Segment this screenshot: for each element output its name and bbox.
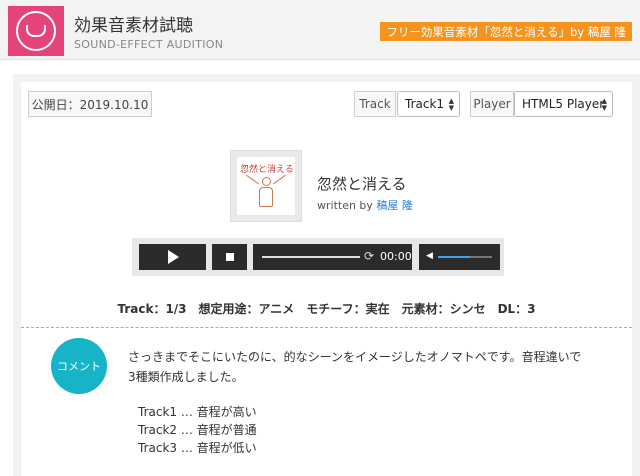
select-arrows-icon: ▲ ▼ — [448, 97, 454, 112]
publish-date: 公開日：2019.10.10 — [28, 91, 152, 117]
track-cover: 忽然と消える — [230, 150, 302, 222]
header-banner[interactable]: フリー効果音素材「忽然と消える」by 稿屋 隆 — [380, 22, 632, 41]
track-title: 忽然と消える — [317, 175, 407, 193]
comment-line: さっきまでそこにいたのに、的なシーンをイメージしたオノマトペです。音程違いで — [128, 350, 582, 364]
play-icon — [168, 250, 179, 264]
cup-icon — [16, 11, 56, 51]
site-title[interactable]: 効果音素材試聴 — [74, 11, 193, 36]
select-arrows-icon: ▲ ▼ — [601, 97, 607, 112]
stop-icon — [225, 253, 234, 261]
divider — [21, 327, 632, 328]
site-header: 効果音素材試聴 SOUND-EFFECT AUDITION フリー効果音素材「忽… — [0, 0, 640, 60]
stop-button[interactable] — [212, 244, 247, 270]
main-panel: 公開日：2019.10.10 Track Track1 ▲ ▼ Player HT… — [13, 74, 640, 476]
seek-track[interactable] — [262, 256, 360, 258]
written-by-prefix: written by — [317, 199, 377, 212]
volume-icon[interactable]: ◀ — [426, 251, 433, 261]
time-display: 00:00 — [380, 250, 412, 263]
play-button[interactable] — [139, 244, 206, 270]
track-note: Track2 … 音程が普通 — [138, 423, 257, 437]
comment-line: 3種類作成しました。 — [128, 370, 244, 384]
volume-control[interactable]: ◀ — [419, 244, 500, 270]
track-select-label: Track — [354, 91, 396, 117]
track-note: Track1 … 音程が高い — [138, 405, 257, 419]
track-select-value: Track1 — [405, 97, 445, 111]
track-select[interactable]: Track1 ▲ ▼ — [397, 91, 460, 117]
loop-icon[interactable]: ⟳ — [364, 249, 374, 263]
track-notes: Track1 … 音程が高い Track2 … 音程が普通 Track3 … 音… — [138, 403, 257, 457]
player-select-value: HTML5 Player — [522, 97, 605, 111]
seek-bar[interactable]: ⟳ 00:00 — [253, 244, 412, 270]
cover-art: 忽然と消える — [237, 157, 295, 215]
player-select[interactable]: HTML5 Player ▲ ▼ — [514, 91, 613, 117]
volume-slider[interactable] — [438, 256, 492, 258]
content-area: 公開日：2019.10.10 Track Track1 ▲ ▼ Player HT… — [21, 82, 632, 476]
comment-text: さっきまでそこにいたのに、的なシーンをイメージしたオノマトペです。音程違いで 3… — [128, 347, 608, 387]
track-meta: Track：1/3 想定用途：アニメ モチーフ：実在 元素材：シンセ DL：3 — [117, 302, 536, 316]
track-note: Track3 … 音程が低い — [138, 441, 257, 455]
volume-level — [438, 256, 471, 258]
audio-player: ⟳ 00:00 ◀ — [132, 238, 504, 276]
site-subtitle: SOUND-EFFECT AUDITION — [74, 38, 224, 51]
cover-title: 忽然と消える — [240, 165, 294, 175]
comment-badge: コメント — [51, 338, 107, 394]
site-logo[interactable] — [8, 6, 64, 56]
written-by: written by 稿屋 隆 — [317, 197, 413, 213]
author-link[interactable]: 稿屋 隆 — [376, 199, 413, 212]
player-select-label: Player — [470, 91, 514, 117]
